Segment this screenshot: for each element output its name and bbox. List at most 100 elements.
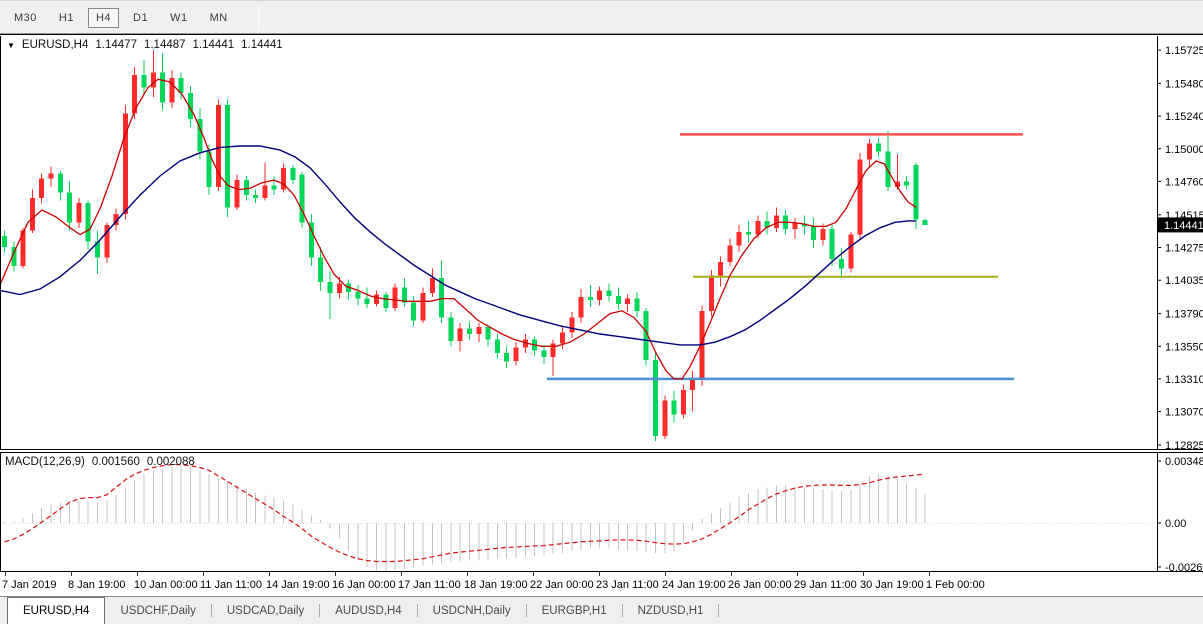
chart-tab-nzdusd-h1[interactable]: NZDUSD,H1 bbox=[623, 597, 719, 624]
macd-axis-label: 0.003489 bbox=[1165, 456, 1203, 468]
macd-histogram-bar bbox=[664, 523, 665, 553]
candle-body bbox=[411, 303, 416, 321]
price-axis-label: 1.13550 bbox=[1165, 341, 1203, 353]
candle-body bbox=[634, 299, 639, 311]
candle-body bbox=[328, 282, 333, 293]
candle-body bbox=[551, 344, 556, 358]
chart-tab-usdcnh-daily[interactable]: USDCNH,Daily bbox=[418, 597, 526, 624]
candle-wick bbox=[748, 221, 749, 243]
candle-body bbox=[588, 297, 593, 300]
macd-histogram-group bbox=[4, 467, 926, 571]
macd-histogram-bar bbox=[897, 479, 898, 523]
chart-tab-usdcad-daily[interactable]: USDCAD,Daily bbox=[212, 597, 319, 624]
timeframe-button-m30[interactable]: M30 bbox=[6, 8, 45, 28]
candle-body bbox=[514, 348, 519, 362]
macd-histogram-bar bbox=[469, 523, 470, 561]
candle-body bbox=[86, 203, 91, 241]
time-axis-tick bbox=[533, 572, 534, 576]
candle-body bbox=[365, 299, 370, 304]
macd-indicator-name: MACD(12,26,9) bbox=[5, 456, 85, 468]
macd-histogram-bar bbox=[218, 478, 219, 523]
candle-body bbox=[476, 327, 481, 334]
chart-tab-eurusd-h4[interactable]: EURUSD,H4 bbox=[7, 597, 105, 624]
macd-histogram-bar bbox=[553, 523, 554, 554]
macd-histogram-bar bbox=[841, 491, 842, 523]
macd-histogram-bar bbox=[506, 523, 507, 559]
macd-axis-label: -0.002617 bbox=[1165, 562, 1203, 571]
chart-tab-audusd-h4[interactable]: AUDUSD,H4 bbox=[320, 597, 416, 624]
candle-body bbox=[560, 333, 565, 344]
candle-wick bbox=[590, 285, 591, 307]
macd-histogram-bar bbox=[915, 488, 916, 523]
candle-body bbox=[430, 278, 435, 293]
macd-histogram-bar bbox=[767, 487, 768, 523]
time-axis: 7 Jan 20198 Jan 19:0010 Jan 00:0011 Jan … bbox=[0, 572, 1203, 597]
macd-histogram-bar bbox=[274, 498, 275, 523]
macd-histogram-bar bbox=[497, 523, 498, 559]
macd-histogram-bar bbox=[413, 523, 414, 568]
macd-histogram-bar bbox=[488, 523, 489, 560]
time-axis-label: 1 Feb 00:00 bbox=[926, 579, 985, 591]
price-axis-label: 1.15725 bbox=[1165, 45, 1203, 57]
chart-dropdown-icon[interactable]: ▼ bbox=[7, 41, 15, 50]
macd-histogram-bar bbox=[106, 500, 107, 523]
candle-body bbox=[793, 224, 798, 229]
macd-histogram-bar bbox=[516, 523, 517, 558]
macd-histogram-bar bbox=[78, 500, 79, 523]
macd-histogram-bar bbox=[832, 490, 833, 523]
candle-body bbox=[486, 327, 491, 339]
candle-wick bbox=[367, 288, 368, 308]
candle-body bbox=[337, 284, 342, 294]
macd-histogram-bar bbox=[525, 523, 526, 557]
timeframe-button-mn[interactable]: MN bbox=[202, 8, 236, 28]
price-axis-label: 1.12825 bbox=[1165, 440, 1203, 449]
chart-tab-eurgbp-h1[interactable]: EURGBP,H1 bbox=[527, 597, 622, 624]
time-axis-tick bbox=[137, 572, 138, 576]
macd-histogram-bar bbox=[878, 474, 879, 523]
time-axis-label: 26 Jan 00:00 bbox=[728, 579, 792, 591]
macd-histogram-bar bbox=[636, 523, 637, 551]
macd-histogram-bar bbox=[720, 508, 721, 523]
timeframe-button-d1[interactable]: D1 bbox=[125, 8, 156, 28]
timeframe-button-h4[interactable]: H4 bbox=[88, 8, 119, 28]
chart-tab-usdchf-daily[interactable]: USDCHF,Daily bbox=[105, 597, 210, 624]
macd-histogram-bar bbox=[888, 475, 889, 523]
toolbar-separator bbox=[258, 5, 259, 29]
macd-histogram-bar bbox=[543, 523, 544, 555]
macd-histogram-bar bbox=[599, 523, 600, 547]
chart-window: 1.157251.154801.152401.150001.147601.145… bbox=[0, 34, 1203, 596]
macd-histogram-bar bbox=[711, 514, 712, 523]
candle-body bbox=[672, 401, 677, 415]
macd-histogram-bar bbox=[171, 467, 172, 523]
time-axis-tick bbox=[797, 572, 798, 576]
tab-separator bbox=[718, 604, 719, 617]
chart-ohlc-header: ▼ EURUSD,H4 1.14477 1.14487 1.14441 1.14… bbox=[7, 39, 283, 51]
candle-body bbox=[58, 173, 63, 192]
candle-body bbox=[383, 295, 388, 309]
price-chart-canvas[interactable]: 1.157251.154801.152401.150001.147601.145… bbox=[0, 36, 1203, 449]
candle-body bbox=[216, 105, 221, 187]
candle-body bbox=[727, 246, 732, 262]
candle-body bbox=[579, 297, 584, 317]
macd-histogram-bar bbox=[776, 485, 777, 523]
price-axis-label: 1.14275 bbox=[1165, 243, 1203, 255]
candle-body bbox=[235, 180, 240, 207]
macd-signal-value: 0.002088 bbox=[147, 456, 195, 468]
macd-histogram-bar bbox=[227, 482, 228, 523]
macd-histogram-bar bbox=[618, 523, 619, 549]
macd-indicator-canvas[interactable]: 0.0034890.00-0.002617 bbox=[0, 453, 1203, 571]
macd-histogram-bar bbox=[478, 523, 479, 561]
macd-histogram-bar bbox=[702, 519, 703, 523]
candle-body bbox=[253, 195, 258, 198]
candles-group bbox=[2, 50, 928, 441]
timeframe-button-w1[interactable]: W1 bbox=[162, 8, 196, 28]
candle-body bbox=[607, 290, 612, 295]
time-axis-label: 11 Jan 11:00 bbox=[200, 579, 262, 591]
candle-body bbox=[662, 401, 667, 436]
mt4-terminal-window: M30 H1 H4 D1 W1 MN 1.157251.154801.152401.150… bbox=[0, 0, 1203, 624]
timeframe-button-h1[interactable]: H1 bbox=[51, 8, 82, 28]
macd-histogram-bar bbox=[674, 523, 675, 551]
macd-histogram-bar bbox=[376, 523, 377, 570]
macd-histogram-bar bbox=[292, 504, 293, 523]
candle-body bbox=[755, 221, 760, 235]
